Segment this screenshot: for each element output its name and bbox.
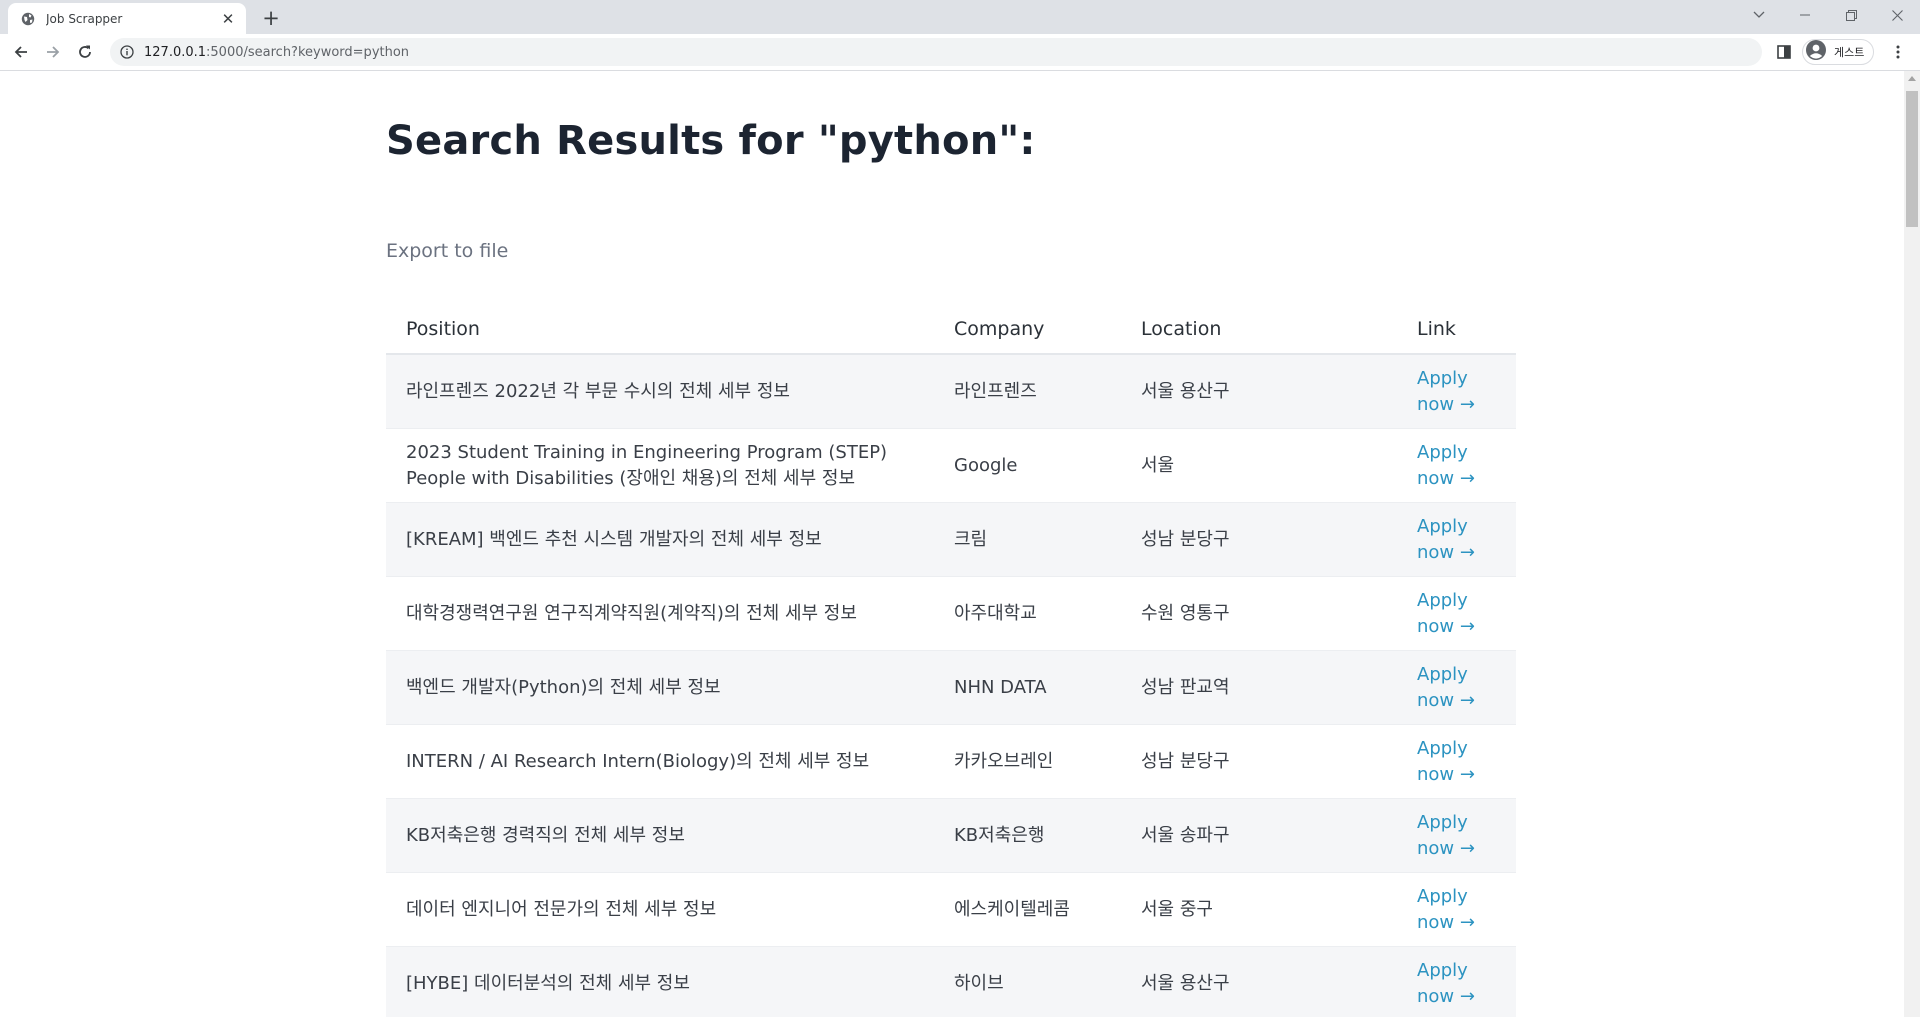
apply-now-link[interactable]: Apply now → xyxy=(1417,366,1489,418)
position-cell: 데이터 엔지니어 전문가의 전체 세부 정보 xyxy=(386,872,934,947)
company-cell: 크림 xyxy=(934,502,1121,577)
url-text: 127.0.0.1:5000/search?keyword=python xyxy=(144,45,409,60)
column-header-position: Position xyxy=(386,304,934,355)
company-cell: KB저축은행 xyxy=(934,798,1121,873)
close-tab-icon[interactable]: ✕ xyxy=(220,10,236,28)
link-cell: Apply now → xyxy=(1397,724,1516,799)
table-row: 2023 Student Training in Engineering Pro… xyxy=(386,428,1516,503)
table-row: KB저축은행 경력직의 전체 세부 정보 KB저축은행 서울 송파구 Apply… xyxy=(386,798,1516,873)
position-cell: [HYBE] 데이터분석의 전체 세부 정보 xyxy=(386,946,934,1017)
position-cell: [KREAM] 백엔드 추천 시스템 개발자의 전체 세부 정보 xyxy=(386,502,934,577)
location-cell: 성남 분당구 xyxy=(1121,724,1397,799)
apply-now-link[interactable]: Apply now → xyxy=(1417,588,1489,640)
tab-strip: Job Scrapper ✕ + xyxy=(0,0,1920,34)
side-panel-icon[interactable] xyxy=(1772,40,1796,64)
link-cell: Apply now → xyxy=(1397,354,1516,429)
url-path: :5000/search?keyword=python xyxy=(206,44,410,60)
company-cell: 아주대학교 xyxy=(934,576,1121,651)
table-row: 라인프렌즈 2022년 각 부문 수시의 전체 세부 정보 라인프렌즈 서울 용… xyxy=(386,354,1516,429)
tab-title: Job Scrapper xyxy=(46,11,123,26)
link-cell: Apply now → xyxy=(1397,946,1516,1017)
globe-icon xyxy=(20,11,36,27)
location-cell: 서울 용산구 xyxy=(1121,354,1397,429)
url-host: 127.0.0.1 xyxy=(144,44,207,60)
apply-now-link[interactable]: Apply now → xyxy=(1417,514,1489,566)
column-header-link: Link xyxy=(1397,304,1516,355)
browser-toolbar: 127.0.0.1:5000/search?keyword=python 게스트 xyxy=(0,34,1920,71)
table-row: 데이터 엔지니어 전문가의 전체 세부 정보 에스케이텔레콤 서울 중구 App… xyxy=(386,872,1516,947)
scroll-up-arrow-icon[interactable] xyxy=(1908,76,1916,81)
link-cell: Apply now → xyxy=(1397,650,1516,725)
table-header-row: Position Company Location Link xyxy=(386,304,1516,355)
table-row: INTERN / AI Research Intern(Biology)의 전체… xyxy=(386,724,1516,799)
more-menu-icon[interactable] xyxy=(1886,40,1910,64)
link-cell: Apply now → xyxy=(1397,428,1516,503)
position-cell: 2023 Student Training in Engineering Pro… xyxy=(386,428,934,503)
location-cell: 서울 xyxy=(1121,428,1397,503)
close-window-icon[interactable] xyxy=(1874,0,1920,30)
table-row: [KREAM] 백엔드 추천 시스템 개발자의 전체 세부 정보 크림 성남 분… xyxy=(386,502,1516,577)
restore-icon[interactable] xyxy=(1828,0,1874,30)
position-cell: 대학경쟁력연구원 연구직계약직원(계약직)의 전체 세부 정보 xyxy=(386,576,934,651)
location-cell: 수원 영통구 xyxy=(1121,576,1397,651)
table-row: [HYBE] 데이터분석의 전체 세부 정보 하이브 서울 용산구 Apply … xyxy=(386,946,1516,1017)
link-cell: Apply now → xyxy=(1397,872,1516,947)
address-bar[interactable]: 127.0.0.1:5000/search?keyword=python xyxy=(110,38,1762,66)
table-row: 대학경쟁력연구원 연구직계약직원(계약직)의 전체 세부 정보 아주대학교 수원… xyxy=(386,576,1516,651)
export-to-file-link[interactable]: Export to file xyxy=(386,240,508,262)
link-cell: Apply now → xyxy=(1397,798,1516,873)
table-row: 백엔드 개발자(Python)의 전체 세부 정보 NHN DATA 성남 판교… xyxy=(386,650,1516,725)
site-info-icon[interactable] xyxy=(118,43,136,61)
apply-now-link[interactable]: Apply now → xyxy=(1417,958,1489,1010)
company-cell: 라인프렌즈 xyxy=(934,354,1121,429)
position-cell: 라인프렌즈 2022년 각 부문 수시의 전체 세부 정보 xyxy=(386,354,934,429)
apply-now-link[interactable]: Apply now → xyxy=(1417,810,1489,862)
location-cell: 성남 판교역 xyxy=(1121,650,1397,725)
link-cell: Apply now → xyxy=(1397,502,1516,577)
company-cell: 에스케이텔레콤 xyxy=(934,872,1121,947)
page-viewport: Search Results for "python": Export to f… xyxy=(0,71,1904,1017)
new-tab-button[interactable]: + xyxy=(258,5,284,31)
back-arrow-icon[interactable] xyxy=(8,39,34,65)
company-cell: 하이브 xyxy=(934,946,1121,1017)
forward-arrow-icon[interactable] xyxy=(40,39,66,65)
apply-now-link[interactable]: Apply now → xyxy=(1417,736,1489,788)
apply-now-link[interactable]: Apply now → xyxy=(1417,440,1489,492)
apply-now-link[interactable]: Apply now → xyxy=(1417,884,1489,936)
location-cell: 서울 중구 xyxy=(1121,872,1397,947)
minimize-icon[interactable] xyxy=(1782,0,1828,30)
position-cell: KB저축은행 경력직의 전체 세부 정보 xyxy=(386,798,934,873)
page-scrollbar[interactable] xyxy=(1904,71,1920,1017)
column-header-location: Location xyxy=(1121,304,1397,355)
scroll-thumb[interactable] xyxy=(1906,91,1918,227)
tab-search-icon[interactable] xyxy=(1736,0,1782,30)
browser-tab[interactable]: Job Scrapper ✕ xyxy=(8,3,246,34)
company-cell: Google xyxy=(934,428,1121,503)
position-cell: 백엔드 개발자(Python)의 전체 세부 정보 xyxy=(386,650,934,725)
location-cell: 서울 송파구 xyxy=(1121,798,1397,873)
company-cell: 카카오브레인 xyxy=(934,724,1121,799)
location-cell: 서울 용산구 xyxy=(1121,946,1397,1017)
apply-now-link[interactable]: Apply now → xyxy=(1417,662,1489,714)
profile-button[interactable]: 게스트 xyxy=(1802,39,1874,65)
reload-icon[interactable] xyxy=(72,39,98,65)
position-cell: INTERN / AI Research Intern(Biology)의 전체… xyxy=(386,724,934,799)
page-title: Search Results for "python": xyxy=(386,118,1036,164)
location-cell: 성남 분당구 xyxy=(1121,502,1397,577)
avatar-icon xyxy=(1806,40,1826,64)
results-table: Position Company Location Link 라인프렌즈 202… xyxy=(386,304,1516,1017)
profile-label: 게스트 xyxy=(1834,46,1865,59)
link-cell: Apply now → xyxy=(1397,576,1516,651)
column-header-company: Company xyxy=(934,304,1121,355)
company-cell: NHN DATA xyxy=(934,650,1121,725)
